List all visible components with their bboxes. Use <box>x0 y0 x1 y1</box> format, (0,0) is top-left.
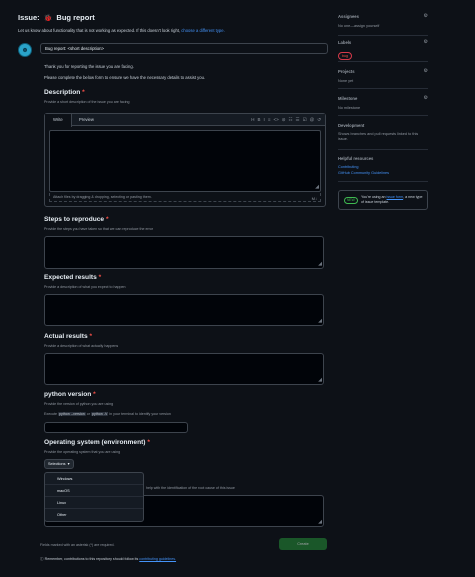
steps-label: Steps to reproduce * <box>44 216 109 223</box>
os-select-value: Selections <box>48 462 66 466</box>
bullet-list-icon[interactable]: ☰ <box>296 117 300 123</box>
sidebar-milestone[interactable]: Milestone ⚙ No milestone <box>338 95 428 116</box>
heading-icon[interactable]: H <box>251 117 254 123</box>
expected-textarea[interactable]: ◢ <box>44 294 324 326</box>
expected-label: Expected results * <box>44 274 102 281</box>
italic-icon[interactable]: I <box>264 117 265 123</box>
please-text: Please complete the below form to ensure… <box>44 75 206 80</box>
sidebar-assignees[interactable]: Assignees ⚙ No one—assign yourself <box>338 13 428 36</box>
issue-form-link[interactable]: issue form <box>387 195 404 199</box>
resize-handle-icon[interactable]: ◢ <box>318 520 322 525</box>
issue-form-info: NEW You're using an issue form, a new ty… <box>338 190 428 210</box>
expected-hint: Provide a description of what you expect… <box>44 285 126 289</box>
steps-textarea[interactable]: ◢ <box>44 236 324 269</box>
os-option-linux[interactable]: Linux <box>45 497 143 509</box>
steps-hint: Provide the steps you have taken so that… <box>44 227 154 231</box>
task-list-icon[interactable]: ☑ <box>303 117 307 123</box>
template-name: Bug report <box>56 13 95 22</box>
link-icon[interactable]: ⊘ <box>282 117 286 123</box>
description-textarea[interactable]: ◢ <box>49 130 321 192</box>
gear-icon[interactable]: ⚙ <box>424 39 428 45</box>
intro-text: Let us know about functionality that is … <box>18 28 225 33</box>
description-label: Description * <box>44 89 85 96</box>
os-dropdown-menu: Windows macOS Linux Other <box>44 472 144 522</box>
os-option-windows[interactable]: Windows <box>45 473 143 485</box>
attach-files-bar[interactable]: Attach files by dragging & dropping, sel… <box>49 193 321 202</box>
sidebar-helpful-resources: Helpful resources Contributing GitHub Co… <box>338 156 428 182</box>
resize-handle-icon[interactable]: ◢ <box>318 378 322 383</box>
sidebar-labels[interactable]: Labels ⚙ bug <box>338 39 428 62</box>
issue-prefix: Issue: <box>18 13 40 22</box>
os-option-other[interactable]: Other <box>45 509 143 521</box>
python-version-input[interactable] <box>44 422 188 433</box>
chevron-down-icon: ▾ <box>67 462 70 466</box>
os-hint: Provide the operating system that you ar… <box>44 450 121 454</box>
gear-icon[interactable]: ⚙ <box>424 95 428 101</box>
python-label: python version * <box>44 391 96 398</box>
contrib-note: ⓘ Remember, contributions to this reposi… <box>40 557 177 561</box>
quote-icon[interactable]: ≡ <box>268 117 271 123</box>
undo-icon[interactable]: ↺ <box>317 117 321 123</box>
format-toolbar: H B I ≡ <> ⊘ ☷ ☰ ☑ @ ↺ <box>251 117 321 123</box>
assignees-title: Assignees <box>338 14 359 19</box>
python-run-hint: Execute python --version or python -V in… <box>44 412 171 416</box>
contrib-link[interactable]: contributing guidelines. <box>139 557 176 561</box>
development-value: Shows branches and pull requests linked … <box>338 132 419 141</box>
markdown-icon: M↓ <box>311 196 317 201</box>
avatar: ☻ <box>18 43 32 57</box>
bug-label-badge: bug <box>338 52 352 60</box>
actual-label: Actual results * <box>44 333 93 340</box>
bug-icon: 🐞 <box>43 14 53 22</box>
mention-icon[interactable]: @ <box>310 117 315 123</box>
code-python-version: python --version <box>58 412 86 416</box>
issue-page: Issue: 🐞 Bug report Let us know about fu… <box>0 0 475 577</box>
description-editor: Write Preview H B I ≡ <> ⊘ ☷ ☰ ☑ @ ↺ ◢ Attach file… <box>44 113 326 207</box>
assignees-value[interactable]: No one—assign yourself <box>338 24 379 28</box>
tab-write[interactable]: Write <box>45 114 72 127</box>
resize-handle-icon[interactable]: ◢ <box>315 185 319 190</box>
issue-title-input[interactable]: Bug report: <short description> <box>40 43 328 54</box>
gear-icon[interactable]: ⚙ <box>424 68 428 74</box>
code-python-v: python -V <box>90 412 109 416</box>
projects-value: None yet <box>338 79 354 83</box>
intro-message: Let us know about functionality that is … <box>18 28 181 33</box>
info-icon: ⓘ <box>40 557 44 561</box>
required-note: Fields marked with an asterisk (*) are r… <box>40 543 115 547</box>
tab-preview[interactable]: Preview <box>71 114 102 126</box>
info-text: You're using an issue form, a new type o… <box>361 195 423 204</box>
helpful-title: Helpful resources <box>338 156 374 161</box>
resize-handle-icon[interactable]: ◢ <box>318 319 322 324</box>
gear-icon[interactable]: ⚙ <box>424 13 428 19</box>
actual-hint: Provide a description of what actually h… <box>44 344 119 348</box>
sidebar-development: Development Shows branches and pull requ… <box>338 123 428 150</box>
community-guidelines-link[interactable]: GitHub Community Guidelines <box>338 171 389 175</box>
additional-hint: help with the identification of the root… <box>146 486 235 490</box>
code-icon[interactable]: <> <box>273 117 278 123</box>
choose-type-link[interactable]: choose a different type. <box>181 28 224 33</box>
actual-textarea[interactable]: ◢ <box>44 353 324 385</box>
milestone-title: Milestone <box>338 96 358 101</box>
projects-title: Projects <box>338 69 355 74</box>
thanks-text: Thank you for reporting the issue you ar… <box>44 64 134 69</box>
os-select[interactable]: Selections ▾ <box>44 459 74 469</box>
attach-text: Attach files by dragging & dropping, sel… <box>53 195 152 199</box>
labels-title: Labels <box>338 40 352 45</box>
python-hint: Provide the version of python you are us… <box>44 402 114 406</box>
os-label: Operating system (environment) * <box>44 439 150 446</box>
editor-tabs: Write Preview H B I ≡ <> ⊘ ☷ ☰ ☑ @ ↺ <box>45 114 325 127</box>
os-option-macos[interactable]: macOS <box>45 485 143 497</box>
resize-handle-icon[interactable]: ◢ <box>318 262 322 267</box>
bold-icon[interactable]: B <box>258 117 261 123</box>
contributing-link[interactable]: Contributing <box>338 165 358 169</box>
page-title: Issue: 🐞 Bug report <box>18 13 95 22</box>
create-button[interactable]: Create <box>279 538 327 550</box>
sidebar-projects[interactable]: Projects ⚙ None yet <box>338 68 428 89</box>
new-badge: NEW <box>344 197 358 204</box>
numbered-list-icon[interactable]: ☷ <box>289 117 293 123</box>
milestone-value: No milestone <box>338 106 361 110</box>
development-title: Development <box>338 123 365 128</box>
description-hint: Provide a short description of the issue… <box>44 100 130 104</box>
